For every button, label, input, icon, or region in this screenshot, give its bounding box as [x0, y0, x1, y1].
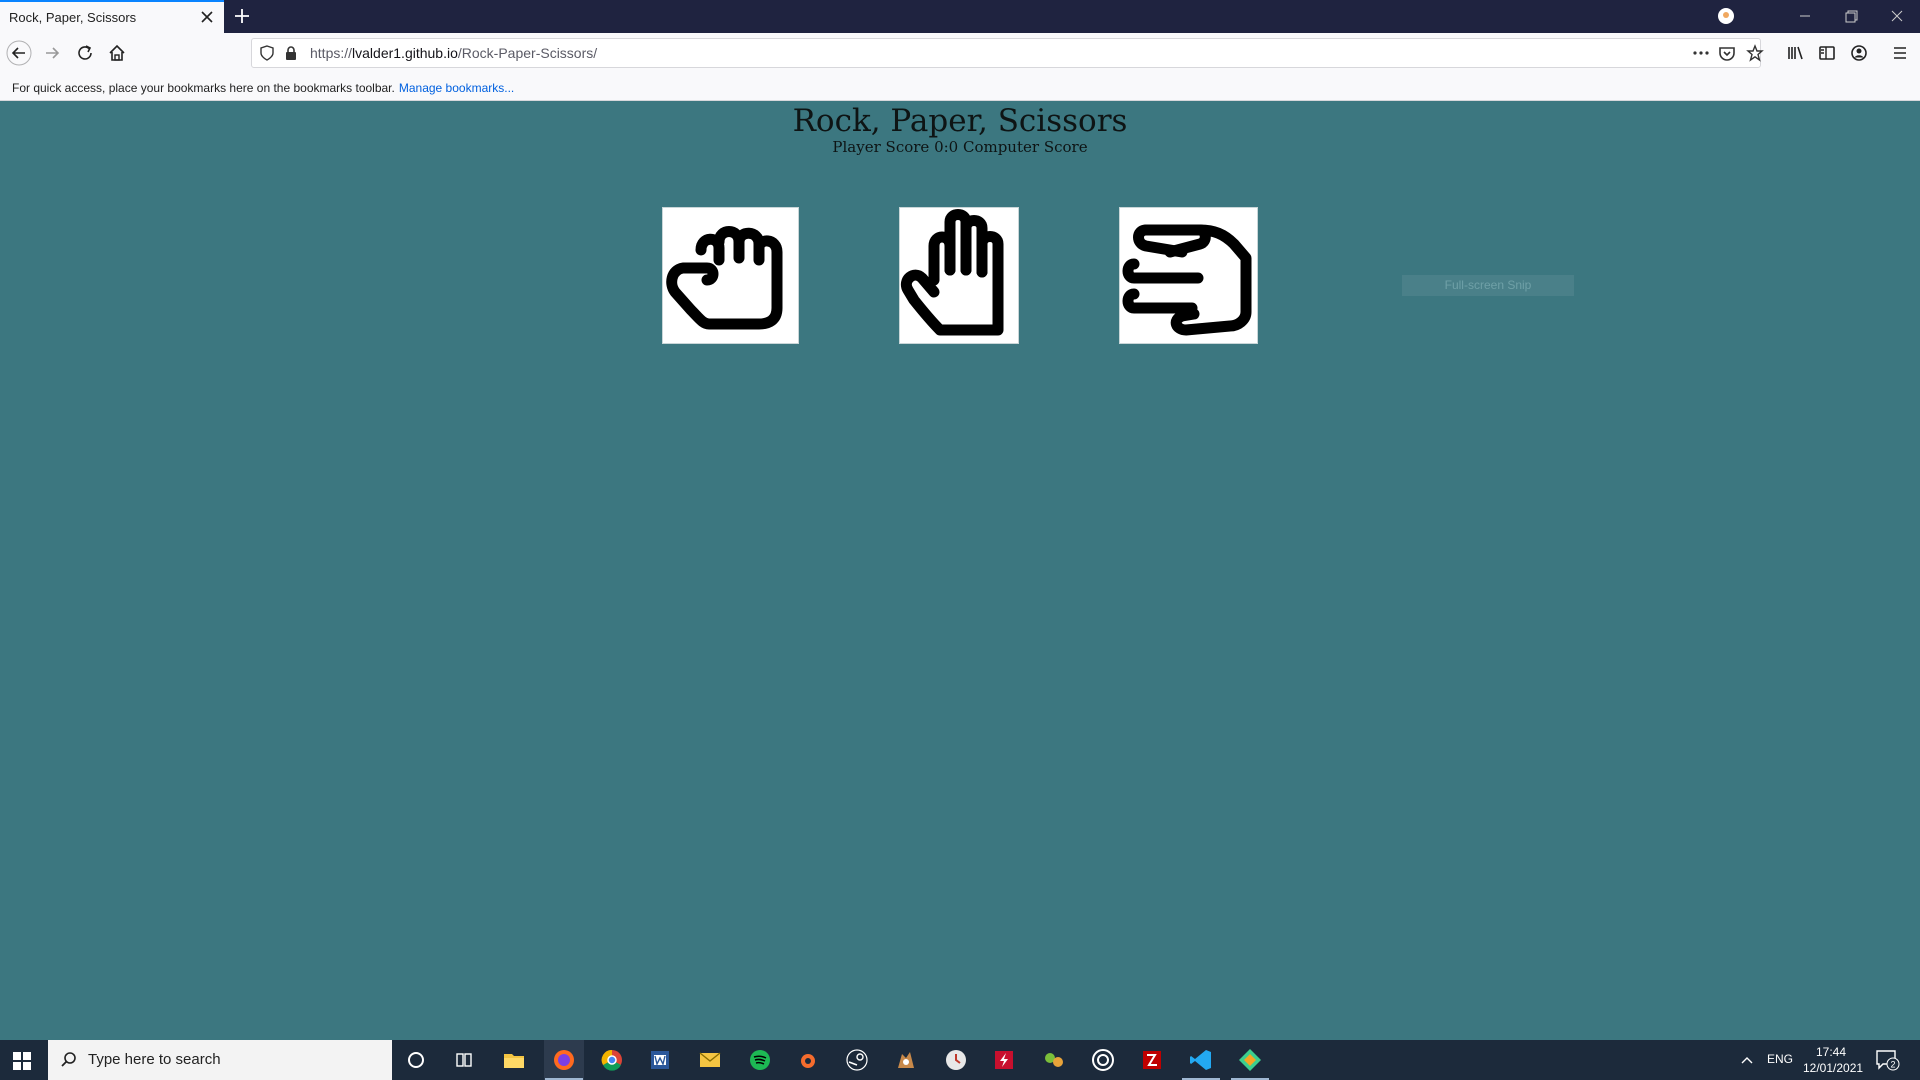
cortana-icon[interactable] — [402, 1046, 430, 1074]
url-path: /Rock-Paper-Scissors/ — [457, 45, 598, 61]
bookmarks-toolbar: For quick access, place your bookmarks h… — [0, 73, 1920, 101]
firefox-icon — [554, 1050, 574, 1070]
more-actions-icon[interactable] — [1692, 45, 1710, 61]
firefox-taskbar-slot[interactable] — [544, 1040, 584, 1080]
steam-icon[interactable] — [843, 1046, 871, 1074]
scissors-button[interactable] — [1119, 207, 1258, 344]
forward-button[interactable] — [39, 40, 65, 66]
notification-count: 2 — [1890, 1060, 1895, 1070]
shield-icon[interactable] — [258, 44, 276, 62]
home-button[interactable] — [104, 40, 130, 66]
library-icon[interactable] — [1783, 40, 1809, 66]
url-host: lvalder1.github.io — [352, 45, 458, 61]
extension-icon[interactable] — [1717, 7, 1735, 25]
vscode-taskbar-slot[interactable] — [1181, 1040, 1221, 1080]
score-display: Player Score 0:0 Computer Score — [832, 138, 1088, 156]
gitkraken-taskbar-slot[interactable] — [1230, 1040, 1270, 1080]
minimize-icon[interactable] — [1782, 4, 1828, 28]
filezilla-icon[interactable] — [1138, 1046, 1166, 1074]
close-tab-icon[interactable] — [196, 6, 218, 28]
file-explorer-icon[interactable] — [500, 1046, 528, 1074]
back-button[interactable] — [6, 40, 32, 66]
game-launcher-icon[interactable] — [1040, 1046, 1068, 1074]
browser-tab-bar: Rock, Paper, Scissors — [0, 0, 1920, 33]
git-app-icon — [1239, 1049, 1261, 1071]
account-icon[interactable] — [1846, 40, 1872, 66]
clock-date: 12/01/2021 — [1803, 1061, 1864, 1075]
flash-app-icon[interactable] — [990, 1046, 1018, 1074]
new-tab-icon[interactable] — [230, 4, 254, 28]
clock-time: 17:44 — [1815, 1045, 1847, 1059]
scissors-hand-icon — [1122, 224, 1252, 336]
reload-button[interactable] — [72, 40, 98, 66]
word-icon[interactable] — [646, 1046, 674, 1074]
taskbar-search-box[interactable]: Type here to search — [48, 1040, 392, 1080]
clock-app-icon[interactable] — [942, 1046, 970, 1074]
windows-taskbar: Type here to search ENG 17:44 12/01/2021… — [0, 1040, 1920, 1080]
chrome-icon[interactable] — [598, 1046, 626, 1074]
page-title: Rock, Paper, Scissors — [792, 103, 1128, 139]
address-bar[interactable]: https://lvalder1.github.io/Rock-Paper-Sc… — [251, 38, 1764, 68]
vscode-icon — [1190, 1050, 1211, 1070]
bookmarks-message: For quick access, place your bookmarks h… — [12, 81, 395, 95]
sidebar-icon[interactable] — [1814, 40, 1840, 66]
snip-tooltip: Full-screen Snip — [1402, 275, 1574, 296]
search-icon — [61, 1052, 76, 1067]
paper-button[interactable] — [899, 207, 1019, 344]
navigation-toolbar: https://lvalder1.github.io/Rock-Paper-Sc… — [0, 33, 1920, 73]
manage-bookmarks-link[interactable]: Manage bookmarks... — [399, 81, 514, 95]
fist-icon — [666, 226, 783, 330]
clock[interactable]: 17:44 12/01/2021 — [1803, 1044, 1864, 1076]
url-text[interactable]: https://lvalder1.github.io/Rock-Paper-Sc… — [310, 45, 597, 61]
rock-button[interactable] — [662, 207, 799, 344]
spotify-icon[interactable] — [746, 1046, 774, 1074]
game-app-icon[interactable] — [892, 1046, 920, 1074]
open-hand-icon — [901, 209, 1004, 336]
menu-icon[interactable] — [1887, 40, 1913, 66]
mail-icon[interactable] — [696, 1046, 724, 1074]
bookmark-star-icon[interactable] — [1746, 44, 1764, 62]
close-window-icon[interactable] — [1874, 4, 1920, 28]
task-view-icon[interactable] — [450, 1046, 478, 1074]
url-scheme: https:// — [310, 45, 353, 61]
page-content: Rock, Paper, Scissors Player Score 0:0 C… — [0, 101, 1920, 1040]
bookmarks-hint: For quick access, place your bookmarks h… — [12, 81, 514, 95]
tab-title: Rock, Paper, Scissors — [9, 10, 137, 25]
pocket-icon[interactable] — [1718, 44, 1736, 62]
search-placeholder: Type here to search — [88, 1051, 221, 1068]
origin-icon[interactable] — [794, 1046, 822, 1074]
windows-start-icon[interactable] — [12, 1051, 32, 1071]
chevron-up-icon[interactable] — [1740, 1054, 1754, 1066]
lock-icon[interactable] — [283, 45, 299, 61]
language-indicator[interactable]: ENG — [1767, 1052, 1793, 1066]
uplay-icon[interactable] — [1089, 1046, 1117, 1074]
browser-tab-active[interactable]: Rock, Paper, Scissors — [0, 0, 224, 33]
restore-icon[interactable] — [1828, 4, 1874, 28]
notification-center-icon[interactable]: 2 — [1874, 1048, 1900, 1072]
